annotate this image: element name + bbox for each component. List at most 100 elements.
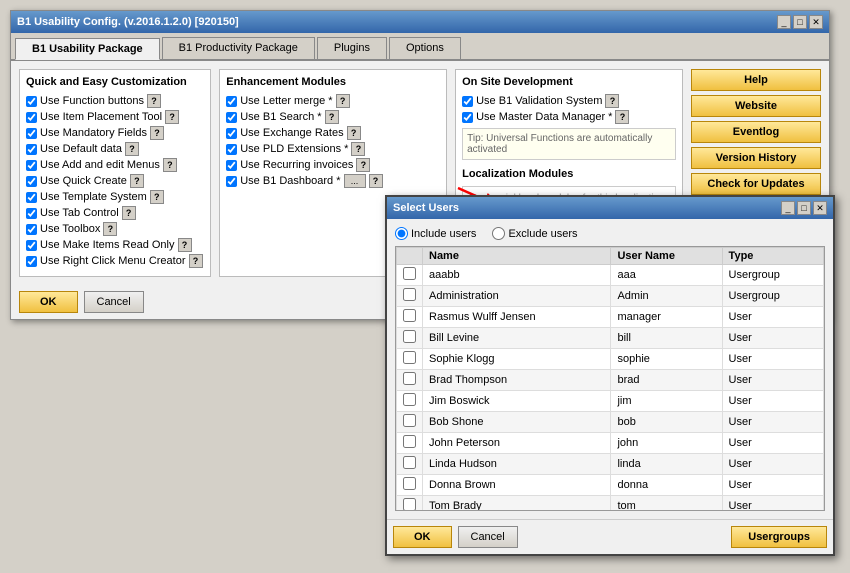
- cb-right-click-menu[interactable]: [26, 256, 37, 267]
- user-checkbox-5[interactable]: [403, 372, 416, 385]
- include-users-radio[interactable]: [395, 227, 408, 240]
- cb-mandatory-fields[interactable]: [26, 128, 37, 139]
- cb-label-make-items-read-only: Use Make Items Read Only: [40, 239, 175, 251]
- table-row[interactable]: Jim Boswick jim User: [397, 391, 824, 412]
- user-checkbox-1[interactable]: [403, 288, 416, 301]
- cb-recurring-invoices[interactable]: [226, 160, 237, 171]
- maximize-button[interactable]: □: [793, 15, 807, 29]
- exclude-users-radio[interactable]: [492, 227, 505, 240]
- minimize-button[interactable]: _: [777, 15, 791, 29]
- usergroups-button[interactable]: Usergroups: [731, 526, 827, 548]
- cb-master-data[interactable]: [462, 112, 473, 123]
- onsite-title: On Site Development: [462, 76, 676, 88]
- tab-usability[interactable]: B1 Usability Package: [15, 38, 160, 60]
- cb-label-mandatory-fields: Use Mandatory Fields: [40, 127, 147, 139]
- tab-plugins[interactable]: Plugins: [317, 37, 387, 59]
- include-users-label[interactable]: Include users: [395, 227, 476, 240]
- main-ok-button[interactable]: OK: [19, 291, 78, 313]
- cb-item-placement[interactable]: [26, 112, 37, 123]
- table-row[interactable]: aaabb aaa Usergroup: [397, 265, 824, 286]
- dialog-close-button[interactable]: ✕: [813, 201, 827, 215]
- cb-label-quick-create: Use Quick Create: [40, 175, 127, 187]
- exclude-users-label[interactable]: Exclude users: [492, 227, 577, 240]
- user-username-cell: linda: [611, 454, 722, 475]
- dialog-ok-button[interactable]: OK: [393, 526, 452, 548]
- cb-pld-extensions[interactable]: [226, 144, 237, 155]
- help-mandatory-fields[interactable]: ?: [150, 126, 164, 140]
- check-updates-button[interactable]: Check for Updates: [691, 173, 821, 195]
- table-row[interactable]: Brad Thompson brad User: [397, 370, 824, 391]
- cb-add-edit-menus[interactable]: [26, 160, 37, 171]
- user-checkbox-10[interactable]: [403, 477, 416, 490]
- user-checkbox-11[interactable]: [403, 498, 416, 511]
- cb-b1-validation[interactable]: [462, 96, 473, 107]
- website-button[interactable]: Website: [691, 95, 821, 117]
- cb-template-system[interactable]: [26, 192, 37, 203]
- checkbox-item-placement: Use Item Placement Tool ?: [26, 110, 204, 124]
- help-add-edit-menus[interactable]: ?: [163, 158, 177, 172]
- table-row[interactable]: Rasmus Wulff Jensen manager User: [397, 307, 824, 328]
- help-recurring-invoices[interactable]: ?: [356, 158, 370, 172]
- col-username: User Name: [611, 248, 722, 265]
- cb-b1-search[interactable]: [226, 112, 237, 123]
- user-checkbox-3[interactable]: [403, 330, 416, 343]
- help-template-system[interactable]: ?: [150, 190, 164, 204]
- help-letter-merge[interactable]: ?: [336, 94, 350, 108]
- help-b1-dashboard[interactable]: ?: [369, 174, 383, 188]
- cb-label-add-edit-menus: Use Add and edit Menus: [40, 159, 160, 171]
- table-row[interactable]: John Peterson john User: [397, 433, 824, 454]
- cb-default-data[interactable]: [26, 144, 37, 155]
- table-row[interactable]: Linda Hudson linda User: [397, 454, 824, 475]
- help-default-data[interactable]: ?: [125, 142, 139, 156]
- cb-quick-create[interactable]: [26, 176, 37, 187]
- tab-options[interactable]: Options: [389, 37, 461, 59]
- help-tab-control[interactable]: ?: [122, 206, 136, 220]
- cb-make-items-read-only[interactable]: [26, 240, 37, 251]
- cb-tab-control[interactable]: [26, 208, 37, 219]
- help-exchange-rates[interactable]: ?: [347, 126, 361, 140]
- help-toolbox[interactable]: ?: [103, 222, 117, 236]
- table-row[interactable]: Sophie Klogg sophie User: [397, 349, 824, 370]
- user-checkbox-4[interactable]: [403, 351, 416, 364]
- cb-label-template-system: Use Template System: [40, 191, 147, 203]
- table-row[interactable]: Donna Brown donna User: [397, 475, 824, 496]
- table-row[interactable]: Bill Levine bill User: [397, 328, 824, 349]
- table-row[interactable]: Administration Admin Usergroup: [397, 286, 824, 307]
- table-row[interactable]: Tom Brady tom User: [397, 496, 824, 512]
- user-checkbox-8[interactable]: [403, 435, 416, 448]
- cb-b1-dashboard[interactable]: [226, 176, 237, 187]
- help-button[interactable]: Help: [691, 69, 821, 91]
- cb-label-b1-dashboard: Use B1 Dashboard *: [240, 175, 340, 187]
- help-master-data[interactable]: ?: [615, 110, 629, 124]
- user-checkbox-9[interactable]: [403, 456, 416, 469]
- cb-toolbox[interactable]: [26, 224, 37, 235]
- help-make-items-read-only[interactable]: ?: [178, 238, 192, 252]
- help-b1-validation[interactable]: ?: [605, 94, 619, 108]
- table-row[interactable]: Bob Shone bob User: [397, 412, 824, 433]
- help-item-placement[interactable]: ?: [165, 110, 179, 124]
- cb-letter-merge[interactable]: [226, 96, 237, 107]
- tab-productivity[interactable]: B1 Productivity Package: [162, 37, 315, 59]
- close-button[interactable]: ✕: [809, 15, 823, 29]
- help-right-click-menu[interactable]: ?: [189, 254, 203, 268]
- main-cancel-button[interactable]: Cancel: [84, 291, 144, 313]
- help-quick-create[interactable]: ?: [130, 174, 144, 188]
- dialog-maximize-button[interactable]: □: [797, 201, 811, 215]
- user-type-cell: User: [722, 307, 823, 328]
- eventlog-button[interactable]: Eventlog: [691, 121, 821, 143]
- user-table-wrapper[interactable]: Name User Name Type aaabb aaa Usergroup …: [395, 246, 825, 511]
- user-name-cell: Brad Thompson: [423, 370, 611, 391]
- dots-b1-dashboard[interactable]: ...: [344, 174, 366, 188]
- version-history-button[interactable]: Version History: [691, 147, 821, 169]
- cb-exchange-rates[interactable]: [226, 128, 237, 139]
- user-checkbox-6[interactable]: [403, 393, 416, 406]
- cb-function-buttons[interactable]: [26, 96, 37, 107]
- help-pld-extensions[interactable]: ?: [351, 142, 365, 156]
- help-function-buttons[interactable]: ?: [147, 94, 161, 108]
- dialog-minimize-button[interactable]: _: [781, 201, 795, 215]
- dialog-cancel-button[interactable]: Cancel: [458, 526, 518, 548]
- user-checkbox-0[interactable]: [403, 267, 416, 280]
- user-checkbox-7[interactable]: [403, 414, 416, 427]
- user-checkbox-2[interactable]: [403, 309, 416, 322]
- help-b1-search[interactable]: ?: [325, 110, 339, 124]
